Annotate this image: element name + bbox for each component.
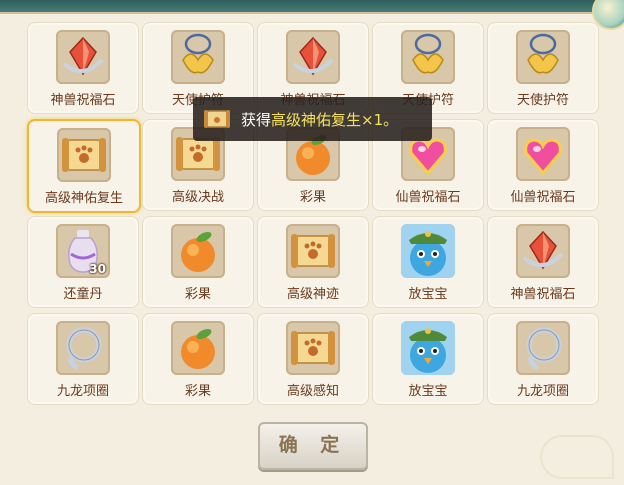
item-thumbnail <box>516 30 570 84</box>
silver-collar-icon <box>526 327 562 370</box>
item-slot[interactable]: 仙兽祝福石 <box>487 119 599 211</box>
item-label: 高级决战 <box>171 190 224 205</box>
item-thumbnail <box>286 321 340 375</box>
toast-prefix: 获得 <box>241 111 272 129</box>
item-slot[interactable]: 九龙项圈 <box>27 313 139 405</box>
blue-bird-pet-icon <box>401 321 455 375</box>
item-label: 还童丹 <box>63 287 103 302</box>
angel-wing-amulet-icon <box>412 33 444 74</box>
angel-wing-amulet-icon <box>527 33 559 74</box>
silver-collar-icon <box>66 327 102 370</box>
item-slot[interactable]: 30 还童丹 <box>27 216 139 308</box>
item-slot[interactable]: 高级神佑复生 <box>27 119 141 213</box>
peach-fruit-icon <box>181 329 215 369</box>
item-label: 高级感知 <box>286 384 339 399</box>
item-thumbnail <box>171 321 225 375</box>
item-label: 天使护符 <box>516 93 569 108</box>
item-label: 高级神佑复生 <box>44 191 123 206</box>
item-slot[interactable]: 天使护符 <box>487 22 599 114</box>
item-label: 神兽祝福石 <box>50 93 116 108</box>
item-thumbnail <box>516 321 570 375</box>
item-label: 仙兽祝福石 <box>510 190 576 205</box>
scroll-icon <box>204 110 230 128</box>
item-label: 九龙项圈 <box>516 384 569 399</box>
blue-bird-pet-icon <box>401 224 455 278</box>
toast-item-name: 高级神佑复生 <box>271 111 362 129</box>
item-thumbnail <box>401 224 455 278</box>
item-slot[interactable]: 高级感知 <box>257 313 369 405</box>
item-quantity: 30 <box>89 262 106 276</box>
reward-window: 神兽祝福石天使护符神兽祝福石天使护符天使护符高级神佑复生高级决战彩果仙兽祝福石仙… <box>0 0 624 485</box>
item-slot[interactable]: 神兽祝福石 <box>487 216 599 308</box>
toast-message: 获得高级神佑复生×1。 <box>241 109 398 130</box>
paw-scroll-icon <box>291 234 335 268</box>
item-slot[interactable]: 彩果 <box>142 313 254 405</box>
item-thumbnail <box>401 321 455 375</box>
item-label: 高级神迹 <box>286 287 339 302</box>
item-thumbnail <box>171 224 225 278</box>
angel-wing-amulet-icon <box>182 33 214 74</box>
item-thumbnail <box>516 224 570 278</box>
item-thumbnail <box>56 321 110 375</box>
item-label: 彩果 <box>184 384 211 399</box>
paw-scroll-icon <box>291 331 335 365</box>
red-crystal-icon <box>522 230 564 270</box>
item-slot[interactable]: 彩果 <box>142 216 254 308</box>
item-slot[interactable]: 放宝宝 <box>372 216 484 308</box>
red-crystal-icon <box>62 36 104 76</box>
item-thumbnail: 30 <box>56 224 110 278</box>
item-thumbnail <box>286 224 340 278</box>
item-slot[interactable]: 九龙项圈 <box>487 313 599 405</box>
item-thumbnail <box>401 30 455 84</box>
item-thumbnail <box>286 30 340 84</box>
item-thumbnail <box>56 30 110 84</box>
item-thumbnail <box>57 128 111 182</box>
item-label: 彩果 <box>299 190 326 205</box>
paw-scroll-icon <box>62 138 106 172</box>
peach-fruit-icon <box>181 232 215 272</box>
item-label: 九龙项圈 <box>56 384 109 399</box>
item-thumbnail <box>171 30 225 84</box>
pink-heart-gem-icon <box>524 138 562 176</box>
item-label: 神兽祝福石 <box>510 287 576 302</box>
item-label: 彩果 <box>184 287 211 302</box>
item-slot[interactable]: 神兽祝福石 <box>27 22 139 114</box>
confirm-button[interactable]: 确 定 <box>258 422 368 470</box>
item-slot[interactable]: 放宝宝 <box>372 313 484 405</box>
cloud-decoration <box>540 435 614 479</box>
item-thumbnail <box>516 127 570 181</box>
red-crystal-icon <box>292 36 334 76</box>
item-label: 放宝宝 <box>408 287 448 302</box>
item-label: 仙兽祝福石 <box>395 190 461 205</box>
toast-quantity: ×1。 <box>361 111 399 129</box>
item-slot[interactable]: 高级神迹 <box>257 216 369 308</box>
reward-toast: 获得高级神佑复生×1。 <box>193 97 432 141</box>
item-label: 放宝宝 <box>408 384 448 399</box>
